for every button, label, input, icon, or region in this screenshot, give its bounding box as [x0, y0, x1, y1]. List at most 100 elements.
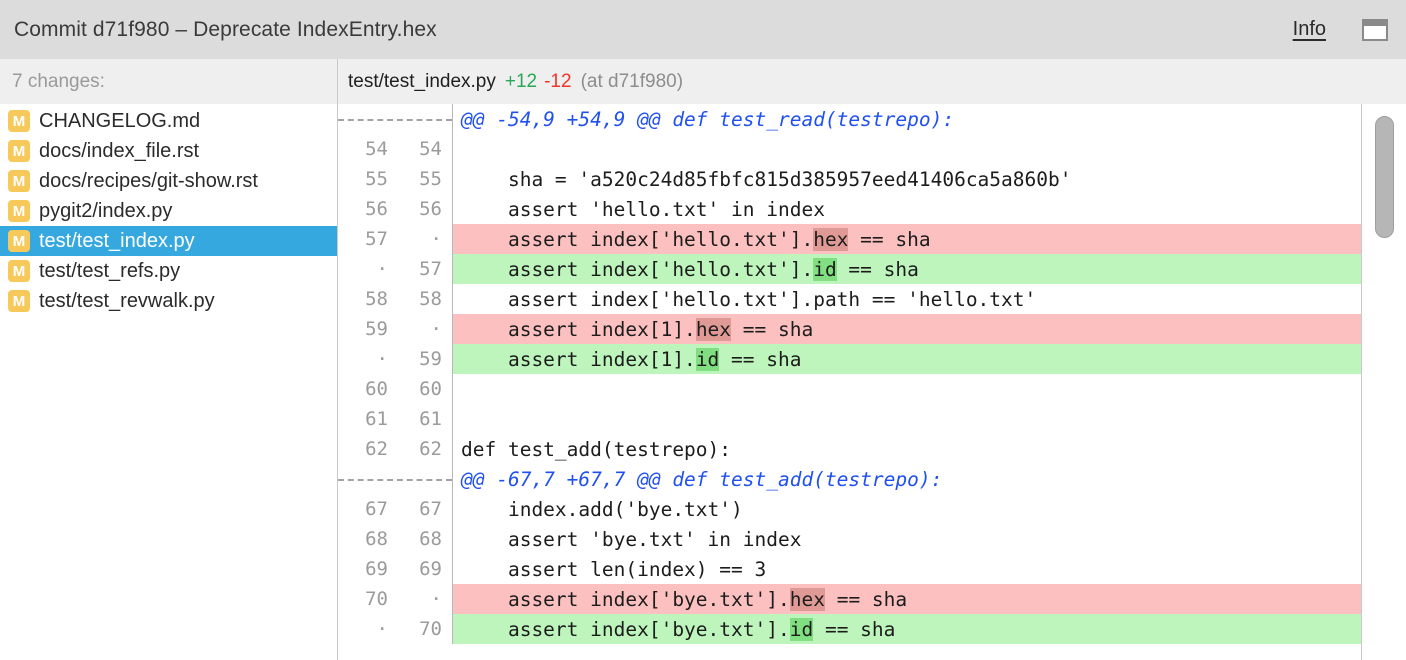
diff-vertical-scrollbar[interactable] — [1361, 104, 1406, 660]
diff-line-code — [453, 404, 1362, 434]
diff-line-ctx: 68 68 assert 'bye.txt' in index — [338, 524, 1362, 554]
diff-line-code: assert len(index) == 3 — [453, 554, 1362, 584]
commit-diff-window: Commit d71f980 – Deprecate IndexEntry.he… — [0, 0, 1406, 660]
diff-line-gutter: · 59 — [338, 344, 453, 374]
diff-line-gutter: 55 55 — [338, 164, 453, 194]
info-link[interactable]: Info — [1293, 18, 1326, 41]
diff-header: test/test_index.py +12 -12 (at d71f980) — [338, 59, 1406, 104]
diff-line-code: assert index['bye.txt']. id == sha — [453, 614, 1362, 644]
main-split: 7 changes: M CHANGELOG.md Mdocs/index_file… — [0, 59, 1406, 660]
diff-line-hunk: @@ -54,9 +54,9 @@ def test_read(testrepo… — [338, 104, 1362, 134]
new-line-number: 59 — [419, 348, 442, 370]
code-segment: assert 'hello.txt' in index — [461, 197, 825, 221]
titlebar-actions: Info — [1293, 18, 1388, 41]
diff-commit-ref: (at d71f980) — [580, 70, 684, 92]
hunk-header-text: @@ -54,9 +54,9 @@ def test_read(testrepo… — [461, 107, 955, 131]
diff-deletions-count: -12 — [544, 70, 572, 92]
file-status-badge: M — [8, 140, 30, 162]
code-segment: == sha — [836, 257, 919, 281]
diff-line-code: assert index[1]. hex == sha — [453, 314, 1362, 344]
old-line-number: 68 — [365, 528, 388, 550]
code-segment: assert index['hello.txt']. — [461, 257, 814, 281]
diff-line-code — [453, 134, 1362, 164]
code-segment: assert 'bye.txt' in index — [461, 527, 802, 551]
file-list-item-label: test/test_index.py — [39, 229, 195, 252]
file-list-item[interactable]: Mtest/test_revwalk.py — [0, 286, 337, 316]
diff-line-hunk: @@ -67,7 +67,7 @@ def test_add(testrepo)… — [338, 464, 1362, 494]
panel-toggle-icon[interactable] — [1362, 18, 1388, 41]
old-line-number: · — [376, 348, 388, 370]
old-line-number: 67 — [365, 498, 388, 520]
diff-line-gutter: 62 62 — [338, 434, 453, 464]
diff-line-code: assert index[1]. id == sha — [453, 344, 1362, 374]
file-list-item[interactable]: Mtest/test_index.py — [0, 226, 337, 256]
old-line-number: 59 — [365, 318, 388, 340]
diff-line-ctx: 69 69 assert len(index) == 3 — [338, 554, 1362, 584]
file-status-badge: M — [8, 110, 30, 132]
new-line-number: 58 — [419, 288, 442, 310]
page-title: Commit d71f980 – Deprecate IndexEntry.he… — [14, 17, 437, 41]
code-segment: def test_add(testrepo): — [461, 437, 732, 461]
file-status-badge: M — [8, 260, 30, 282]
diff-line-code: assert index['hello.txt']. id == sha — [453, 254, 1362, 284]
diff-line-ctx: 61 61 — [338, 404, 1362, 434]
file-list-item-label: test/test_revwalk.py — [39, 289, 215, 312]
scrollbar-thumb[interactable] — [1375, 116, 1394, 238]
code-segment: == sha — [719, 347, 802, 371]
new-line-number: 67 — [419, 498, 442, 520]
diff-line-del: 59 · assert index[1]. hex == sha — [338, 314, 1362, 344]
word-diff-highlight: hex — [789, 587, 825, 611]
new-line-number: · — [430, 318, 442, 340]
file-status-badge: M — [8, 170, 30, 192]
file-list-item[interactable]: Mpygit2/index.py — [0, 196, 337, 226]
diff-line-del: 57 · assert index['hello.txt']. hex == sha — [338, 224, 1362, 254]
diff-line-add: · 59 assert index[1]. id == sha — [338, 344, 1362, 374]
diff-line-code: assert 'hello.txt' in index — [453, 194, 1362, 224]
diff-line-gutter: 67 67 — [338, 494, 453, 524]
file-list-item[interactable]: Mdocs/index_file.rst — [0, 136, 337, 166]
diff-body: @@ -54,9 +54,9 @@ def test_read(testrepo… — [338, 104, 1406, 660]
diff-line-code: @@ -54,9 +54,9 @@ def test_read(testrepo… — [453, 104, 1362, 134]
old-line-number: 57 — [365, 228, 388, 250]
code-segment: assert index['bye.txt']. — [461, 587, 790, 611]
diff-line-code — [453, 374, 1362, 404]
old-line-number: 54 — [365, 138, 388, 160]
code-segment: assert index['hello.txt']. — [461, 227, 814, 251]
code-segment: assert len(index) == 3 — [461, 557, 767, 581]
old-line-number: 58 — [365, 288, 388, 310]
code-segment: assert index[1]. — [461, 317, 696, 341]
diff-line-gutter: 59 · — [338, 314, 453, 344]
file-list-item[interactable]: Mtest/test_refs.py — [0, 256, 337, 286]
new-line-number: · — [430, 588, 442, 610]
new-line-number: 68 — [419, 528, 442, 550]
diff-additions-count: +12 — [504, 70, 538, 92]
diff-line-ctx: 67 67 index.add('bye.txt') — [338, 494, 1362, 524]
new-line-number: 69 — [419, 558, 442, 580]
diff-line-gutter: · 70 — [338, 614, 453, 644]
diff-line-gutter: 54 54 — [338, 134, 453, 164]
old-line-number: 61 — [365, 408, 388, 430]
diff-line-code: def test_add(testrepo): — [453, 434, 1362, 464]
file-list-item[interactable]: Mdocs/recipes/git-show.rst — [0, 166, 337, 196]
diff-pane: test/test_index.py +12 -12 (at d71f980) … — [338, 59, 1406, 660]
diff-line-gutter: 61 61 — [338, 404, 453, 434]
code-segment: sha = 'a520c24d85fbfc815d385957eed41406c… — [461, 167, 1072, 191]
code-segment: == sha — [813, 617, 896, 641]
file-list[interactable]: M CHANGELOG.md Mdocs/index_file.rst Mdocs/r… — [0, 104, 337, 660]
code-segment: == sha — [848, 227, 931, 251]
file-status-badge: M — [8, 200, 30, 222]
file-list-item[interactable]: M CHANGELOG.md — [0, 106, 337, 136]
file-list-item-label: docs/recipes/git-show.rst — [39, 169, 258, 192]
new-line-number: 55 — [419, 168, 442, 190]
code-segment: index.add('bye.txt') — [461, 497, 743, 521]
code-segment: == sha — [731, 317, 814, 341]
new-line-number: 60 — [419, 378, 442, 400]
diff-line-gutter: · 57 — [338, 254, 453, 284]
diff-line-gutter — [338, 464, 453, 494]
new-line-number: 62 — [419, 438, 442, 460]
new-line-number: · — [430, 228, 442, 250]
old-line-number: 70 — [365, 588, 388, 610]
diff-line-code: assert index['hello.txt']. hex == sha — [453, 224, 1362, 254]
file-list-item-label: docs/index_file.rst — [39, 139, 200, 162]
word-diff-highlight: id — [695, 347, 720, 371]
